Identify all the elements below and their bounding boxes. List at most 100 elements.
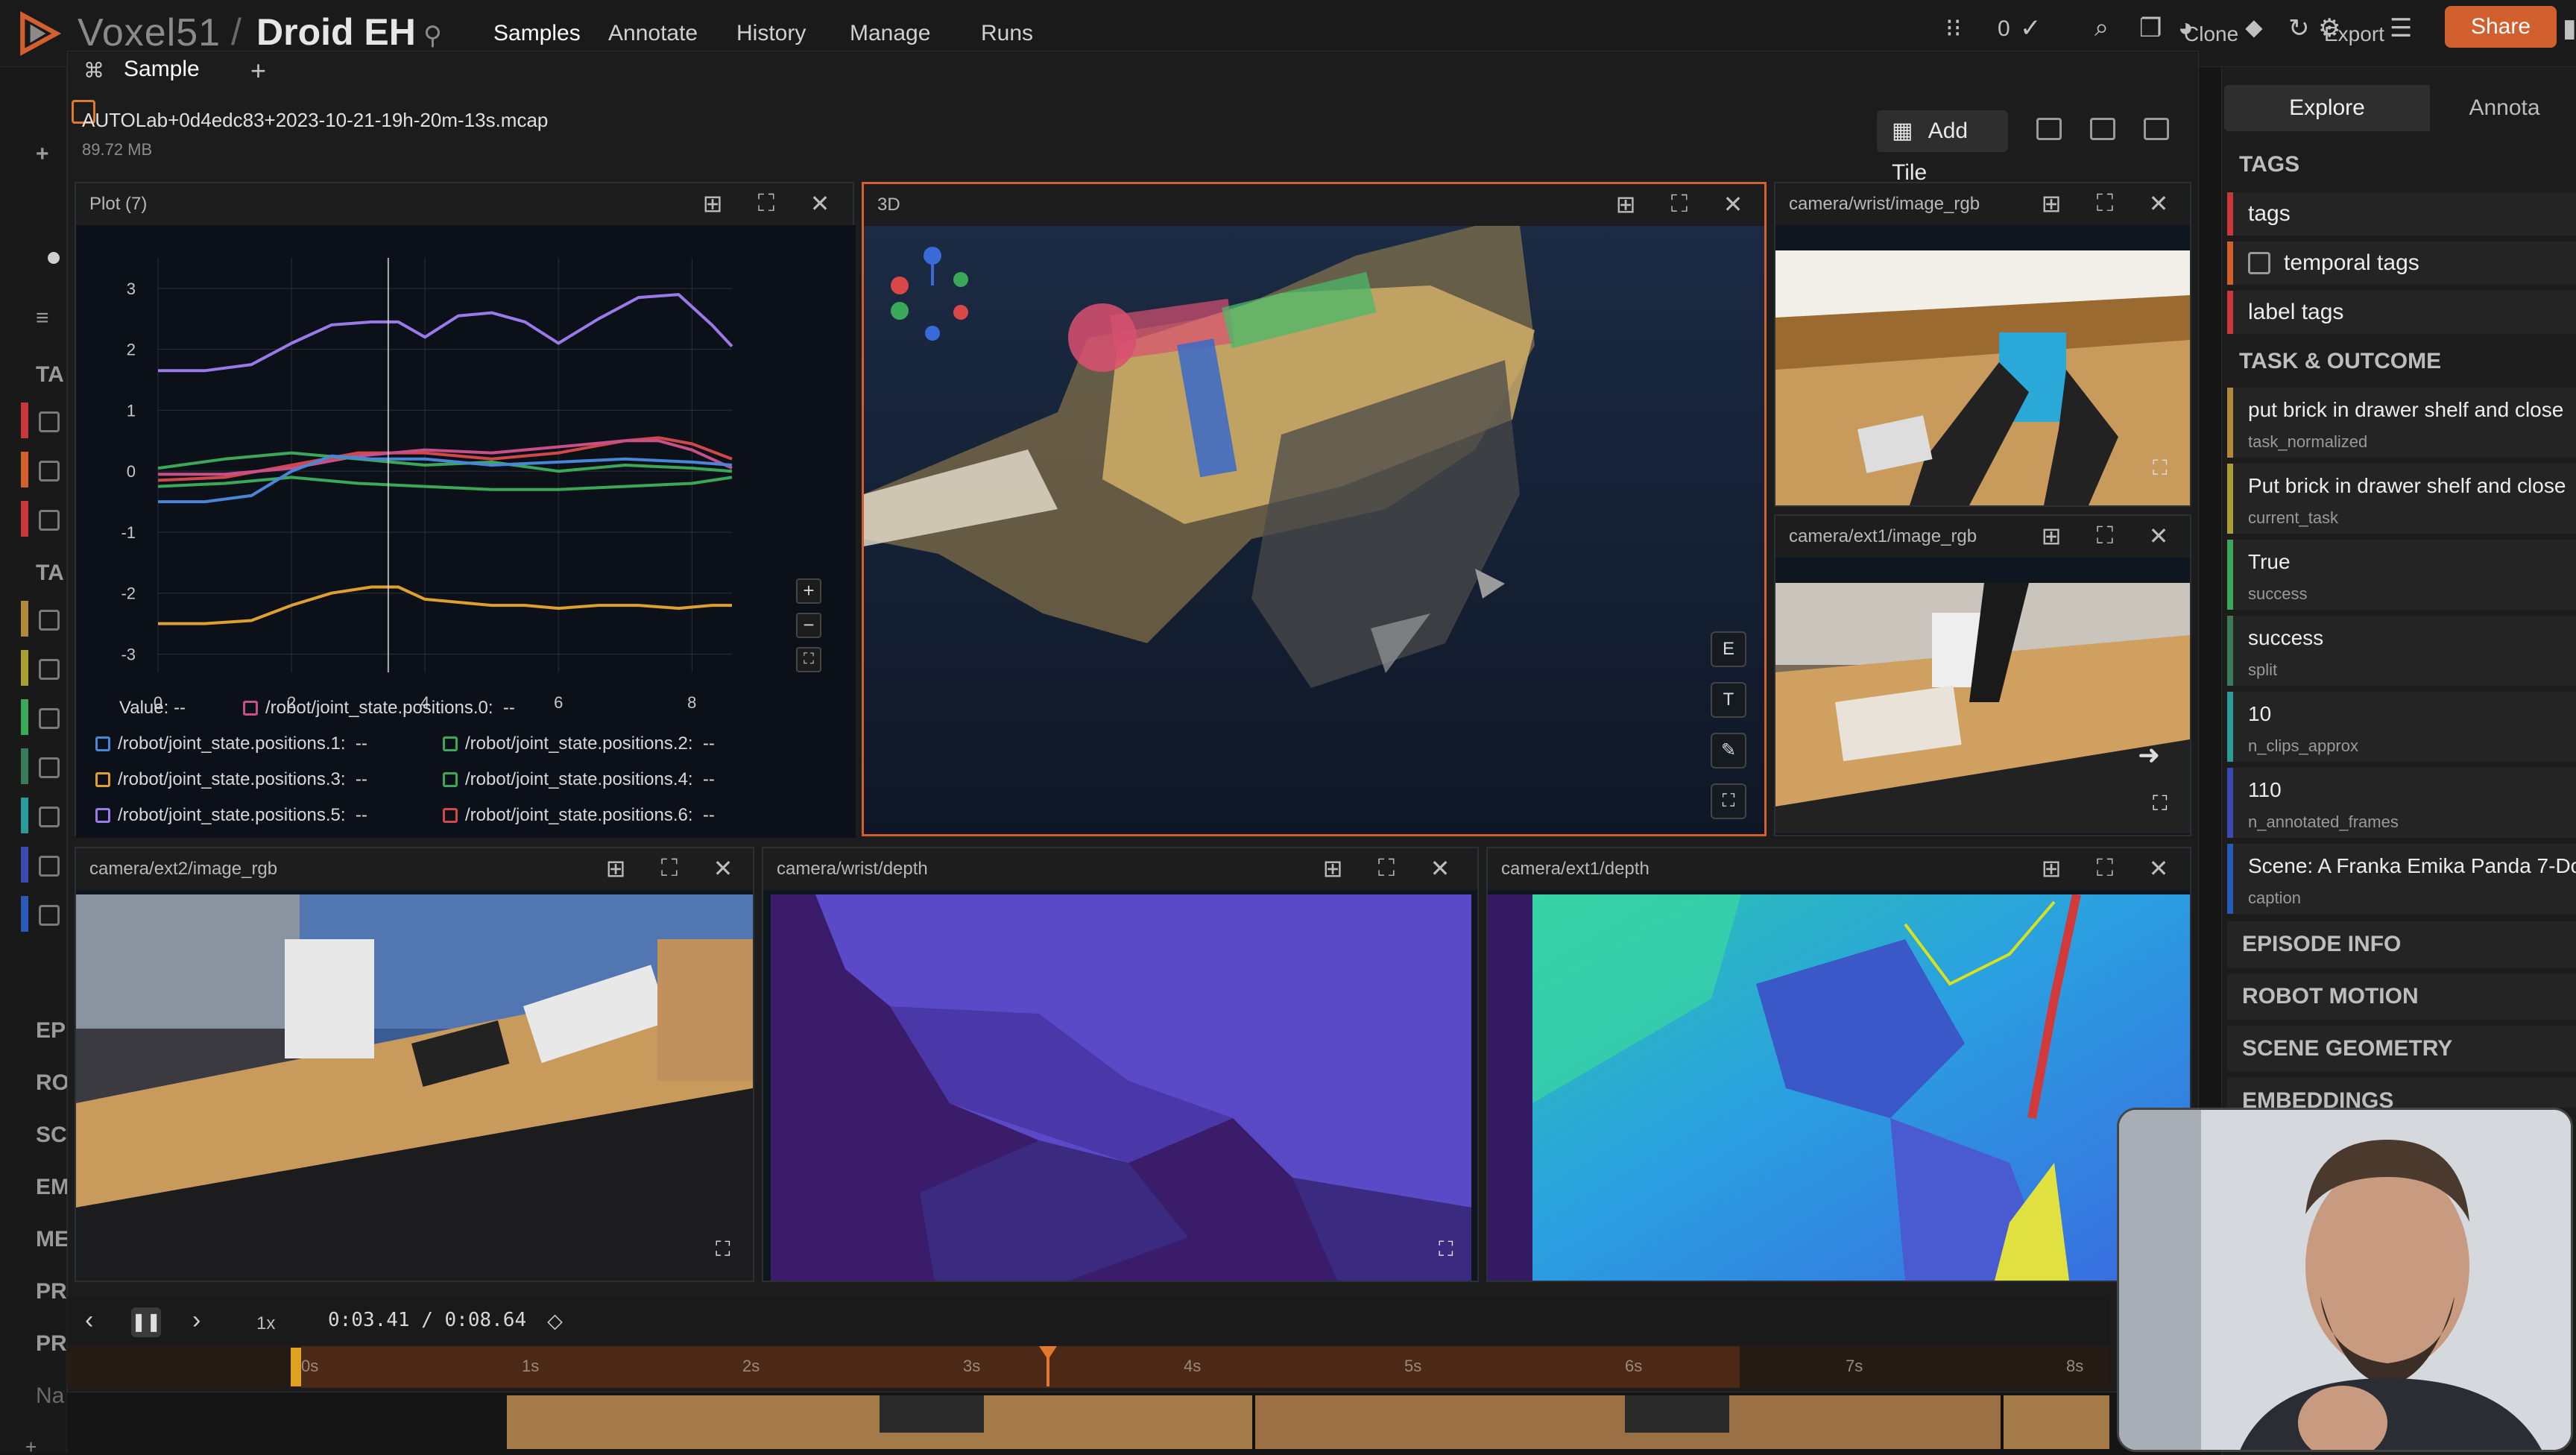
sidebar-section-sc[interactable]: SC — [36, 1123, 67, 1148]
sidebar-dot-icon[interactable] — [48, 252, 60, 264]
expand-icon[interactable]: ⛶ — [751, 189, 781, 218]
gear-icon[interactable]: ⚙ — [2318, 13, 2340, 43]
section-scene-geometry[interactable]: SCENE GEOMETRY — [2227, 1026, 2576, 1072]
sidebar-checkbox[interactable] — [39, 659, 60, 680]
sidebar-checkbox[interactable] — [39, 807, 60, 827]
sidebar-section-me[interactable]: ME — [36, 1227, 69, 1252]
playback-speed[interactable]: 1x — [256, 1313, 275, 1334]
nav-history[interactable]: History — [736, 21, 806, 46]
legend-item-3[interactable]: /robot/joint_state.positions.3: -- — [95, 769, 367, 790]
sidebar-checkbox[interactable] — [39, 411, 60, 432]
sidebar-plus-icon[interactable]: + — [36, 142, 49, 167]
sidebar-section-ta-2[interactable]: TA — [36, 561, 64, 586]
field-row-success[interactable]: True success — [2227, 540, 2576, 610]
layout-bottom-icon[interactable] — [2090, 118, 2115, 140]
sidebar-checkbox[interactable] — [39, 708, 60, 729]
nav-manage[interactable]: Manage — [850, 21, 930, 46]
sidebar-section-ta-1[interactable]: TA — [36, 362, 64, 388]
sidebar-checkbox[interactable] — [39, 905, 60, 926]
section-embeddings[interactable]: EMBEDDINGS — [2227, 1078, 2576, 1108]
tag-row-tags[interactable]: tags — [2227, 192, 2576, 236]
ext1-camera-image[interactable] — [1775, 583, 2190, 833]
nav-runs[interactable]: Runs — [981, 21, 1033, 46]
voxel51-logo-icon[interactable] — [16, 10, 63, 57]
sidebar-section-na[interactable]: Na — [36, 1383, 64, 1409]
legend-item-2[interactable]: /robot/joint_state.positions.2: -- — [443, 733, 715, 754]
tab-explore[interactable]: Explore — [2224, 85, 2430, 131]
add-tab-button[interactable]: + — [250, 55, 266, 86]
tags-section-header[interactable]: TAGS — [2239, 152, 2299, 177]
tag-icon[interactable]: ⬦ — [547, 1309, 563, 1334]
add-tile-button[interactable]: ▦ Add Tile — [1877, 110, 2008, 185]
measure-icon[interactable]: ✎ — [1711, 733, 1746, 768]
split-icon[interactable]: ⊞ — [601, 854, 631, 883]
close-icon[interactable]: ✕ — [1425, 854, 1455, 883]
sidebar-checkbox[interactable] — [39, 610, 60, 631]
field-row-n-clips[interactable]: 10 n_clips_approx — [2227, 692, 2576, 762]
split-icon[interactable]: ⊞ — [698, 189, 727, 218]
fullscreen-icon[interactable]: ⛶ — [716, 1237, 730, 1262]
clone-icon[interactable]: ❐ — [2139, 13, 2162, 43]
point-cloud-view[interactable] — [864, 226, 1764, 834]
split-icon[interactable]: ⊞ — [1318, 854, 1348, 883]
expand-icon[interactable]: ⛶ — [2090, 854, 2120, 883]
more-icon[interactable]: ▮ — [2563, 13, 2576, 43]
view-e-button[interactable]: E — [1711, 631, 1746, 667]
arrow-right-icon[interactable]: ➜ — [2138, 739, 2160, 771]
field-row-caption[interactable]: Scene: A Franka Emika Panda 7-Do caption — [2227, 844, 2576, 914]
sidebar-checkbox[interactable] — [39, 461, 60, 482]
timeline-selected-range[interactable] — [301, 1346, 1740, 1388]
dataset-name[interactable]: Droid EH — [256, 10, 416, 54]
previous-frame-icon[interactable]: ‹ — [85, 1306, 93, 1335]
checkmark-icon[interactable]: ✓ — [2020, 13, 2042, 43]
expand-icon[interactable]: ⛶ — [654, 854, 684, 883]
sidebar-checkbox[interactable] — [39, 757, 60, 778]
refresh-icon[interactable]: ↻ — [2288, 13, 2310, 43]
field-row-split[interactable]: success split — [2227, 616, 2576, 686]
legend-item-4[interactable]: /robot/joint_state.positions.4: -- — [443, 769, 715, 790]
legend-item-0[interactable]: /robot/joint_state.positions.0: -- — [243, 698, 515, 719]
tag-row-label[interactable]: label tags — [2227, 291, 2576, 334]
split-icon[interactable]: ⊞ — [2036, 522, 2066, 550]
close-icon[interactable]: ✕ — [1718, 190, 1748, 218]
fullscreen-icon[interactable]: ⛶ — [1439, 1237, 1453, 1262]
expand-icon[interactable]: ⛶ — [2090, 522, 2120, 550]
expand-icon[interactable]: ⛶ — [2090, 189, 2120, 218]
next-frame-icon[interactable]: › — [192, 1306, 201, 1335]
tab-sample[interactable]: Sample — [124, 57, 200, 82]
playhead-marker-icon[interactable] — [1039, 1346, 1057, 1360]
split-icon[interactable]: ⊞ — [2036, 189, 2066, 218]
close-icon[interactable]: ✕ — [2144, 189, 2174, 218]
legend-item-5[interactable]: /robot/joint_state.positions.5: -- — [95, 805, 367, 826]
sidebar-section-em[interactable]: EM — [36, 1175, 69, 1200]
sidebar-checkbox[interactable] — [39, 510, 60, 531]
field-row-current-task[interactable]: Put brick in drawer shelf and close curr… — [2227, 464, 2576, 534]
expand-icon[interactable]: ⛶ — [1664, 190, 1694, 218]
share-button[interactable]: Share — [2445, 6, 2557, 48]
sidebar-checkbox[interactable] — [39, 856, 60, 877]
section-robot-motion[interactable]: ROBOT MOTION — [2227, 973, 2576, 1020]
timeline-start-handle[interactable] — [291, 1348, 301, 1386]
tag-icon[interactable]: ⬥ — [2245, 13, 2263, 42]
grid-dots-icon[interactable]: ⁝⁝ — [1945, 13, 1962, 43]
wrist-depth-image[interactable] — [771, 894, 1471, 1281]
fullscreen-icon[interactable]: ⛶ — [1711, 783, 1746, 819]
task-outcome-section-header[interactable]: TASK & OUTCOME — [2239, 349, 2441, 374]
sidebar-section-ro[interactable]: RO — [36, 1070, 69, 1096]
ext2-camera-image[interactable] — [76, 894, 753, 1281]
zoom-in-button[interactable]: + — [796, 578, 821, 604]
pause-icon[interactable]: ❚❚ — [131, 1307, 161, 1337]
sidebar-section-pr-2[interactable]: PR — [36, 1331, 67, 1357]
brand-name[interactable]: Voxel51 — [78, 10, 221, 55]
search-icon[interactable]: ⌕ — [2094, 13, 2109, 42]
legend-item-1[interactable]: /robot/joint_state.positions.1: -- — [95, 733, 367, 754]
nav-annotate[interactable]: Annotate — [608, 21, 698, 46]
clone-label[interactable]: Clone — [2184, 22, 2238, 46]
fit-view-button[interactable]: ⛶ — [796, 647, 821, 672]
sidebar-add-button[interactable]: + AD — [25, 1436, 66, 1455]
layout-right-icon[interactable] — [2144, 118, 2169, 140]
legend-item-6[interactable]: /robot/joint_state.positions.6: -- — [443, 805, 715, 826]
close-icon[interactable]: ✕ — [2144, 854, 2174, 883]
close-icon[interactable]: ✕ — [708, 854, 738, 883]
layout-left-icon[interactable] — [2036, 118, 2062, 140]
